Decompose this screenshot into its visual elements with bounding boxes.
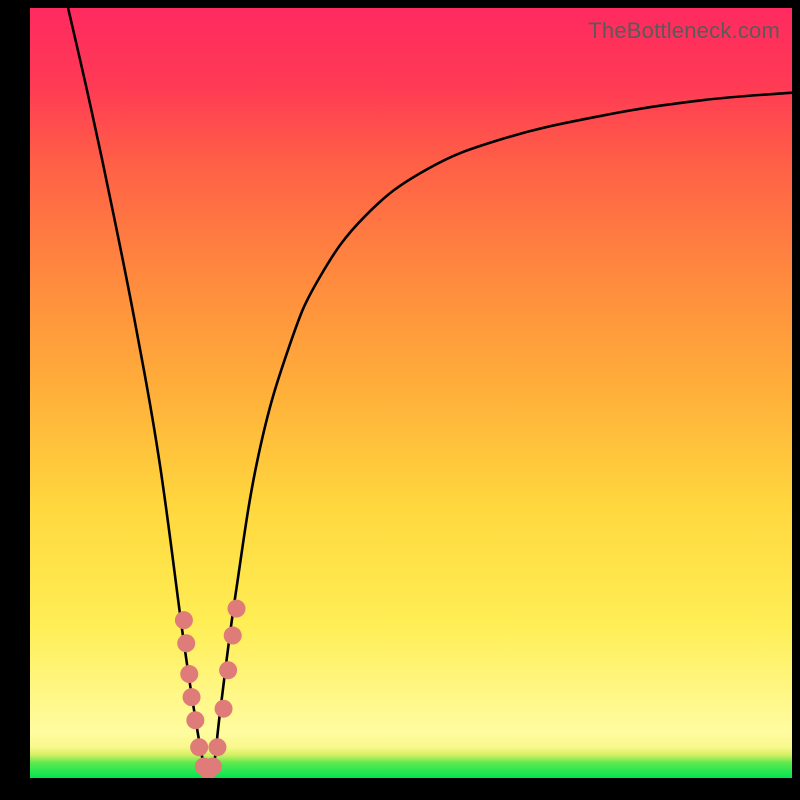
- data-marker: [190, 738, 208, 756]
- data-marker: [228, 600, 246, 618]
- data-marker: [224, 627, 242, 645]
- chart-frame: TheBottleneck.com: [0, 0, 800, 800]
- data-marker: [177, 634, 195, 652]
- data-markers: [175, 600, 246, 778]
- curve-group: [68, 8, 792, 778]
- data-marker: [208, 738, 226, 756]
- chart-plot-area: TheBottleneck.com: [30, 8, 792, 778]
- bottleneck-curve: [68, 8, 792, 778]
- data-marker: [186, 711, 204, 729]
- data-marker: [183, 688, 201, 706]
- data-marker: [204, 757, 222, 775]
- chart-svg: [30, 8, 792, 778]
- data-marker: [180, 665, 198, 683]
- data-marker: [215, 700, 233, 718]
- data-marker: [175, 611, 193, 629]
- data-marker: [219, 661, 237, 679]
